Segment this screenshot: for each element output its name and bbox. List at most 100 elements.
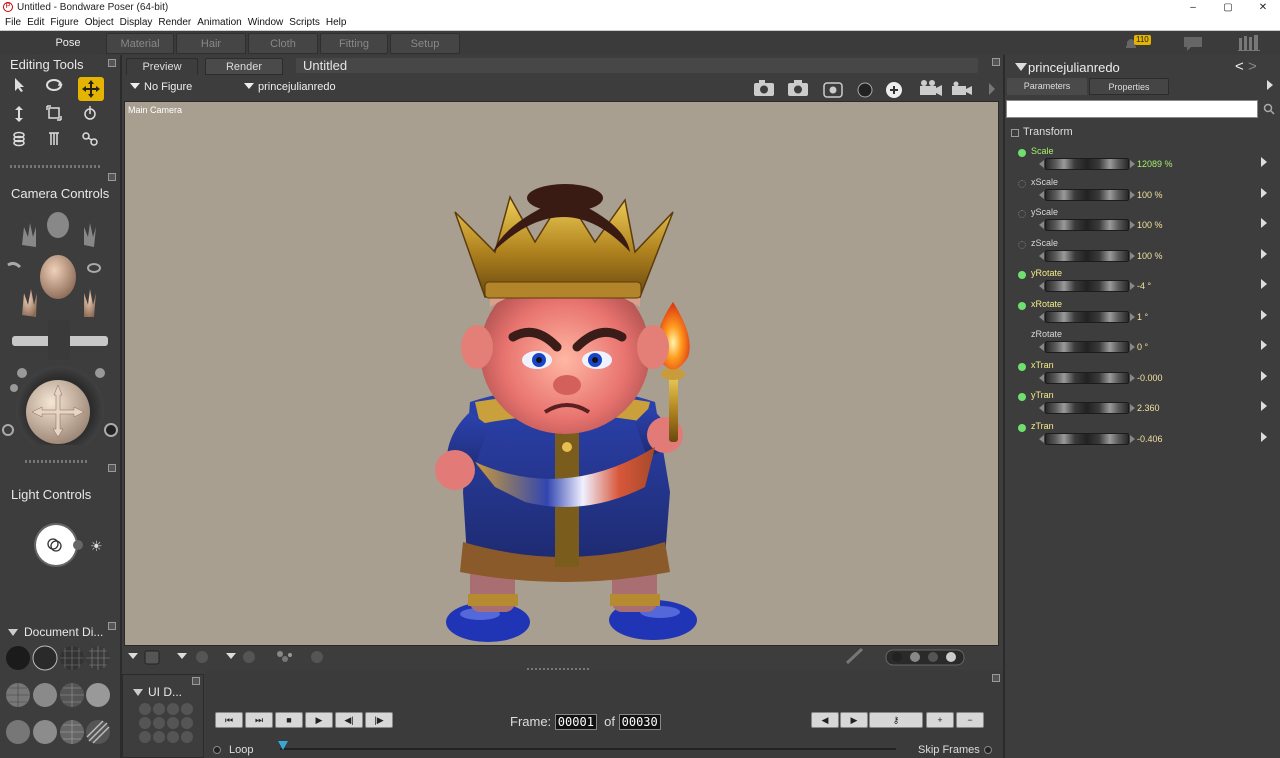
total-frames-field[interactable]: 00030	[618, 714, 661, 730]
param-dial[interactable]	[1045, 219, 1129, 231]
param-value[interactable]: 12089 %	[1137, 159, 1173, 169]
loop-radio[interactable]	[213, 746, 221, 754]
select-tool-icon[interactable]	[7, 77, 31, 99]
param-ztran[interactable]: zTran -0.406	[1013, 420, 1271, 451]
keyframe-dot-icon[interactable]	[1018, 423, 1026, 432]
param-menu-arrow-icon[interactable]	[1261, 218, 1267, 228]
param-dial[interactable]	[1045, 432, 1129, 445]
light-sphere-icon[interactable]	[36, 525, 76, 565]
ui-dots-collapse-icon[interactable]	[133, 689, 143, 696]
decrement-arrow-icon[interactable]	[1039, 434, 1044, 443]
decrement-arrow-icon[interactable]	[1039, 373, 1044, 382]
doc-panel-menu-icon[interactable]	[108, 622, 116, 630]
close-button[interactable]: ✕	[1251, 0, 1275, 15]
param-menu-arrow-icon[interactable]	[1261, 401, 1267, 411]
param-menu-arrow-icon[interactable]	[1261, 431, 1267, 442]
param-menu-arrow-icon[interactable]	[1261, 279, 1267, 289]
param-zrotate[interactable]: zRotate 0 °	[1013, 328, 1271, 359]
animation-menu-icon[interactable]	[992, 674, 1000, 682]
decrement-arrow-icon[interactable]	[1039, 190, 1044, 199]
chat-icon[interactable]	[1183, 36, 1203, 57]
tab-parameters[interactable]: Parameters	[1007, 78, 1087, 95]
panel-expand-icon[interactable]	[1267, 80, 1273, 90]
current-frame-field[interactable]: 00001	[554, 714, 597, 730]
param-value[interactable]: 1 °	[1137, 312, 1148, 322]
param-dial[interactable]	[1045, 402, 1129, 414]
rotate-tool-icon[interactable]	[42, 77, 66, 99]
keyframe-dot-icon[interactable]	[1018, 149, 1026, 157]
param-xtran[interactable]: xTran -0.000	[1013, 359, 1271, 390]
param-dial[interactable]	[1045, 280, 1129, 292]
editing-tools-scroll-grip[interactable]	[10, 165, 100, 168]
panel-menu-icon[interactable]	[108, 59, 116, 67]
prev-key-button[interactable]: ⏭	[245, 712, 273, 728]
search-icon[interactable]	[1263, 102, 1275, 120]
keyframe-dot-icon[interactable]	[1018, 393, 1026, 401]
keyframe-dot-icon[interactable]	[1018, 240, 1026, 249]
maximize-button[interactable]: ▢	[1216, 0, 1240, 15]
tab-setup[interactable]: Setup	[390, 33, 460, 54]
tab-fitting[interactable]: Fitting	[320, 33, 388, 54]
parameter-search-input[interactable]	[1006, 100, 1258, 118]
param-dial[interactable]	[1045, 371, 1129, 384]
increment-arrow-icon[interactable]	[1130, 312, 1135, 321]
decrement-arrow-icon[interactable]	[1039, 160, 1044, 168]
chain-break-tool-icon[interactable]	[7, 131, 31, 153]
step-forward-button[interactable]: |▶	[365, 712, 393, 728]
increment-arrow-icon[interactable]	[1130, 343, 1135, 351]
tab-render[interactable]: Render	[205, 58, 283, 75]
param-dial[interactable]	[1045, 310, 1129, 323]
translate-y-tool-icon[interactable]	[7, 105, 31, 127]
tab-cloth[interactable]: Cloth	[248, 33, 318, 54]
play-button[interactable]: ▶	[305, 712, 333, 728]
keyframe-dot-icon[interactable]	[1018, 362, 1026, 371]
figure-selector[interactable]: No Figure	[130, 81, 192, 93]
add-keyframe-button[interactable]: +	[926, 712, 954, 728]
menu-animation[interactable]: Animation	[194, 15, 244, 31]
param-menu-arrow-icon[interactable]	[1261, 187, 1267, 198]
timeline-slider[interactable]	[280, 748, 896, 750]
decrement-arrow-icon[interactable]	[1039, 282, 1044, 290]
prev-keyframe-button[interactable]: ◀	[811, 712, 839, 728]
menu-edit[interactable]: Edit	[24, 15, 47, 31]
color-tool-icon[interactable]	[42, 131, 66, 153]
keyframe-dot-icon[interactable]	[1018, 179, 1026, 188]
param-yrotate[interactable]: yRotate -4 °	[1013, 267, 1271, 298]
increment-arrow-icon[interactable]	[1130, 434, 1135, 443]
next-keyframe-button[interactable]: ▶	[840, 712, 868, 728]
menu-display[interactable]: Display	[117, 15, 156, 31]
first-frame-button[interactable]: ⏮	[215, 712, 243, 728]
menu-scripts[interactable]: Scripts	[286, 15, 323, 31]
decrement-arrow-icon[interactable]	[1039, 404, 1044, 412]
keyframe-dot-icon[interactable]	[1018, 332, 1026, 340]
library-icon[interactable]	[1238, 35, 1260, 56]
param-value[interactable]: -0.000	[1137, 373, 1163, 383]
actor-selector[interactable]: princejulianredo	[244, 81, 336, 93]
param-menu-arrow-icon[interactable]	[1261, 248, 1267, 259]
param-menu-arrow-icon[interactable]	[1261, 370, 1267, 381]
increment-arrow-icon[interactable]	[1130, 221, 1135, 229]
menu-file[interactable]: File	[0, 15, 24, 31]
param-xscale[interactable]: xScale 100 %	[1013, 176, 1271, 207]
param-menu-arrow-icon[interactable]	[1261, 340, 1267, 350]
param-value[interactable]: 0 °	[1137, 342, 1148, 352]
remove-keyframe-button[interactable]: −	[956, 712, 984, 728]
param-menu-arrow-icon[interactable]	[1261, 309, 1267, 320]
param-dial[interactable]	[1045, 249, 1129, 262]
increment-arrow-icon[interactable]	[1130, 373, 1135, 382]
actor-collapse-icon[interactable]	[1015, 63, 1027, 71]
grouping-tool-icon[interactable]	[78, 131, 102, 153]
light-panel-menu-icon[interactable]	[108, 464, 116, 472]
3d-viewport[interactable]: Main Camera	[124, 101, 999, 646]
param-yscale[interactable]: yScale 100 %	[1013, 206, 1271, 237]
param-value[interactable]: -4 °	[1137, 281, 1151, 291]
stop-button[interactable]: ■	[275, 712, 303, 728]
param-value[interactable]: 100 %	[1137, 220, 1163, 230]
camera-controls-widget[interactable]	[0, 205, 120, 454]
keyframe-dot-icon[interactable]	[1018, 210, 1026, 218]
increment-arrow-icon[interactable]	[1130, 282, 1135, 290]
param-zscale[interactable]: zScale 100 %	[1013, 237, 1271, 268]
increment-arrow-icon[interactable]	[1130, 190, 1135, 199]
increment-arrow-icon[interactable]	[1130, 160, 1135, 168]
document-menu-icon[interactable]	[992, 58, 1000, 66]
